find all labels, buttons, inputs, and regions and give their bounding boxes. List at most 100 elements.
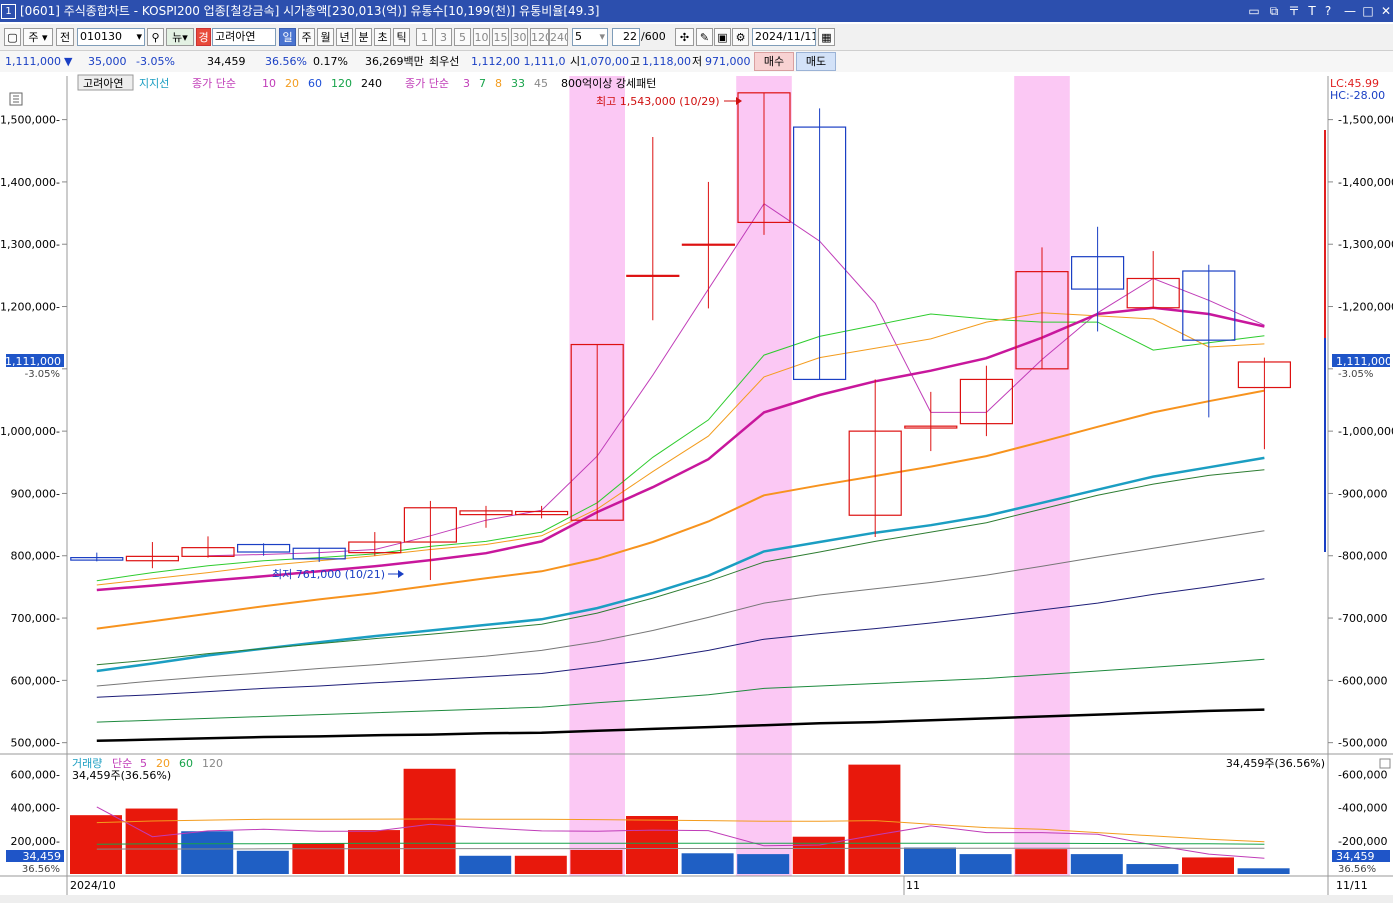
- interval-120[interactable]: 120: [530, 28, 549, 46]
- volume-bar: [181, 831, 234, 874]
- buy-button[interactable]: 매수: [754, 52, 794, 71]
- volume-bar: [570, 849, 623, 874]
- font-size-icon[interactable]: T: [1304, 0, 1320, 22]
- volume-bar: [1126, 864, 1179, 874]
- period-tab-tick[interactable]: 틱: [393, 28, 410, 46]
- price-tick-label-left: 1,000,000-: [0, 425, 60, 438]
- right-pct-tag: -3.05%: [1338, 369, 1373, 380]
- hc-label: HC:-28.00: [1330, 89, 1385, 102]
- count-total: /600: [641, 30, 666, 43]
- legend-ma2-period: 45: [534, 77, 548, 90]
- candle-body: [125, 555, 180, 562]
- volume-bar: [236, 850, 289, 874]
- volume-tick-label-right: -600,000: [1338, 769, 1387, 782]
- stock-code-input[interactable]: 010130 ▾: [77, 28, 145, 46]
- price-tick-label-right: -1,300,000: [1338, 238, 1393, 251]
- candle-body: [237, 543, 291, 553]
- crosshair-icon[interactable]: ✣: [675, 28, 694, 46]
- cascade-window-icon[interactable]: ⧉: [1266, 0, 1282, 22]
- interval-1[interactable]: 1: [416, 28, 433, 46]
- candle-body: [348, 541, 402, 554]
- market-select[interactable]: 주 ▾: [23, 28, 53, 46]
- period-tab-month[interactable]: 월: [317, 28, 334, 46]
- price-tick-label-left: 1,500,000-: [0, 114, 60, 127]
- low-label: 저: [692, 55, 703, 68]
- price-tick-label-right: -1,500,000: [1338, 114, 1393, 127]
- volume-bar: [1182, 857, 1234, 874]
- candle-body: [959, 378, 1014, 425]
- price-tick-label-right: -600,000: [1338, 674, 1387, 687]
- priority-label: 최우선: [429, 55, 460, 68]
- right-volume-tag-text: 34,459: [1336, 850, 1375, 863]
- horizontal-scrollbar[interactable]: [0, 895, 1393, 903]
- legend-ma2-period: 33: [511, 77, 525, 90]
- period-tab-day[interactable]: 일: [279, 28, 296, 46]
- legend-ma1-period: 60: [308, 77, 322, 90]
- chart-background: [0, 72, 1393, 903]
- close-icon[interactable]: ✕: [1378, 0, 1393, 22]
- left-price-tag-text: 1,111,000: [5, 355, 61, 368]
- period-tab-year[interactable]: 년: [336, 28, 353, 46]
- legend-stock-name: 고려아연: [83, 77, 123, 90]
- legend-ma2-period: 8: [495, 77, 502, 90]
- draw-tool-icon[interactable]: ✎: [696, 28, 713, 46]
- sell-button[interactable]: 매도: [796, 52, 836, 71]
- period-tab-minute[interactable]: 분: [355, 28, 372, 46]
- date-input[interactable]: 2024/11/11: [752, 28, 816, 46]
- left-pct-tag: -3.05%: [25, 369, 60, 380]
- all-button[interactable]: 전: [56, 28, 74, 46]
- tile-window-icon[interactable]: ▭: [1246, 0, 1262, 22]
- price-tick-label-left: 600,000-: [11, 674, 60, 687]
- interval-10[interactable]: 10: [473, 28, 490, 46]
- search-icon[interactable]: ⚲: [147, 28, 164, 46]
- interval-240[interactable]: 240: [549, 28, 568, 46]
- candle-body: [570, 343, 624, 521]
- legend-ma1-period: 240: [361, 77, 382, 90]
- high-annotation: 최고 1,543,000 (10/29): [596, 95, 720, 108]
- price-tick-label-right: -800,000: [1338, 550, 1387, 563]
- price-tick-label-left: 1,200,000-: [0, 301, 60, 314]
- stock-code-value: 010130: [80, 30, 122, 43]
- window-number-badge: 1: [1, 4, 16, 19]
- layout-icon[interactable]: ▢: [4, 28, 21, 46]
- period-tab-week[interactable]: 주: [298, 28, 315, 46]
- interval-30[interactable]: 30: [511, 28, 528, 46]
- price-tick-label-right: -700,000: [1338, 612, 1387, 625]
- window-titlebar: 1 [0601] 주식종합차트 - KOSPI200 업종[철강금속] 시가총액…: [0, 0, 1393, 22]
- interval-value: 5: [575, 30, 582, 43]
- interval-3[interactable]: 3: [435, 28, 452, 46]
- xaxis-label-mid: 11: [906, 879, 920, 892]
- open-price: 1,070,00: [580, 55, 629, 68]
- period-tab-second[interactable]: 초: [374, 28, 391, 46]
- help-icon[interactable]: ?: [1320, 0, 1336, 22]
- candle-body: [681, 243, 736, 246]
- price-tick-label-left: 800,000-: [11, 550, 60, 563]
- type-badge: 경: [196, 28, 211, 46]
- low-annotation: 최저 761,000 (10/21): [272, 568, 385, 581]
- save-icon[interactable]: ▣: [714, 28, 731, 46]
- candle-body: [1070, 256, 1125, 290]
- priority-values: 1,112,00 1,111,0: [471, 55, 566, 68]
- interval-15[interactable]: 15: [492, 28, 509, 46]
- change-arrow-icon: ▼: [64, 55, 73, 68]
- open-label: 시: [570, 55, 581, 68]
- pin-icon[interactable]: 〒: [1286, 0, 1302, 22]
- interval-select[interactable]: 5 ▾: [572, 28, 608, 46]
- legend-ma2-label: 종가 단순: [405, 77, 449, 90]
- stock-chart[interactable]: 500,000- -500,000 600,000- -600,000 700,000-…: [0, 72, 1393, 903]
- volume-bar: [403, 768, 456, 874]
- count-input[interactable]: 22: [612, 28, 640, 46]
- news-select[interactable]: 뉴▾: [166, 28, 194, 46]
- quote-infobar: 1,111,000 ▼ 35,000 -3.05% 34,459 36.56% …: [0, 51, 1393, 73]
- calendar-icon[interactable]: ▦: [818, 28, 835, 46]
- interval-5[interactable]: 5: [454, 28, 471, 46]
- volume-tick-label-right: -400,000: [1338, 802, 1387, 815]
- price-tick-label-right: -1,000,000: [1338, 425, 1393, 438]
- panel-collapse-icon[interactable]: [1379, 758, 1391, 769]
- legend-ma1-period: 120: [331, 77, 352, 90]
- settings-gear-icon[interactable]: ⚙: [732, 28, 749, 46]
- legend-ma2-period: 7: [479, 77, 486, 90]
- minimize-icon[interactable]: —: [1342, 0, 1358, 22]
- candle-body: [792, 126, 847, 381]
- maximize-icon[interactable]: □: [1360, 0, 1376, 22]
